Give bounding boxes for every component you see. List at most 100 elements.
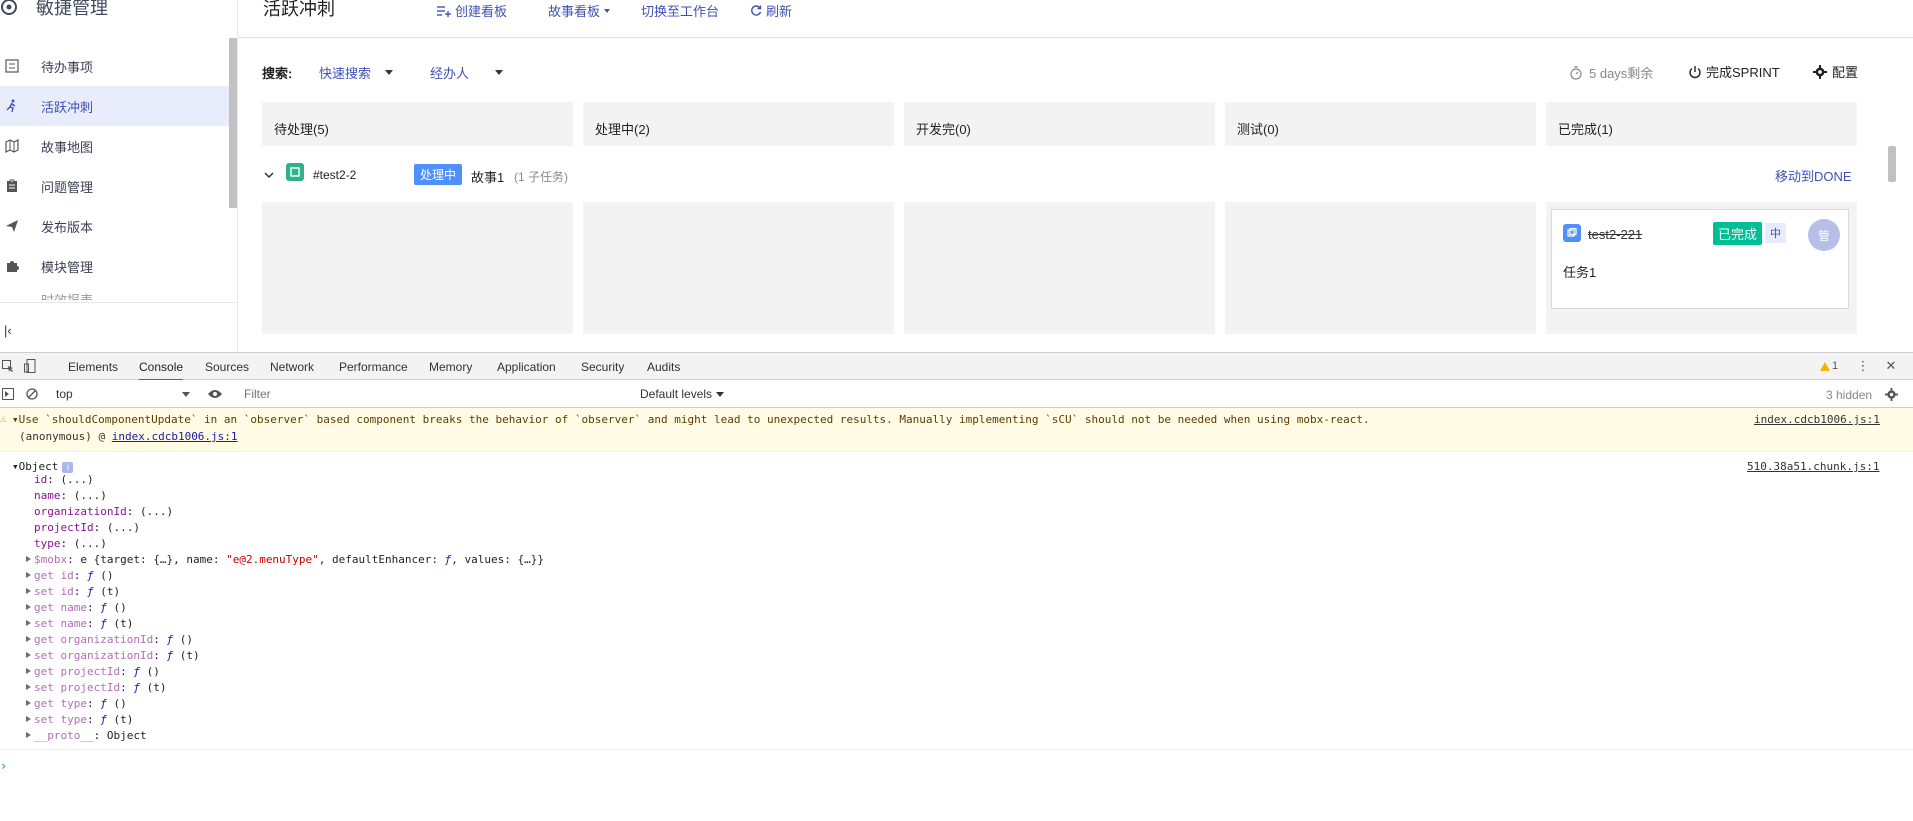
switch-workbench-button[interactable]: 切换至工作台 (641, 1, 719, 20)
clear-console-icon[interactable] (24, 386, 40, 402)
object-property-mobx[interactable]: $mobx: e {target: {…}, name: "e@2.menuTy… (34, 553, 544, 566)
create-board-label: 创建看板 (455, 4, 508, 19)
sidebar-item-active-sprint[interactable]: 活跃冲刺 (0, 86, 236, 126)
issue-card[interactable]: test2-221 已完成 中 管 任务1 (1551, 209, 1849, 309)
expand-arrow-icon[interactable] (26, 636, 31, 642)
swimlane-issue-id[interactable]: #test2-2 (313, 168, 356, 182)
expand-arrow-icon[interactable] (26, 588, 31, 594)
run-icon (5, 99, 19, 113)
console-filter-input[interactable] (240, 385, 632, 403)
object-property[interactable]: type: (...) (34, 537, 107, 550)
board-cell-todo[interactable] (262, 202, 573, 334)
expand-arrow-icon[interactable] (26, 620, 31, 626)
device-toolbar-icon[interactable] (22, 358, 38, 374)
info-icon: i (62, 462, 74, 473)
warning-counter[interactable]: 1 (1818, 358, 1840, 374)
object-accessor[interactable]: set projectId: ƒ (t) (34, 681, 166, 694)
agile-logo-icon (0, 0, 18, 16)
devtools-panel: Elements Console Sources Network Perform… (0, 352, 1913, 820)
object-accessor[interactable]: set id: ƒ (t) (34, 585, 120, 598)
sidebar-toggle-icon[interactable] (0, 386, 16, 402)
refresh-button[interactable]: 刷新 (750, 1, 792, 20)
tab-network[interactable]: Network (270, 360, 314, 374)
sidebar-scrollbar[interactable] (229, 38, 237, 208)
sidebar-item-modules[interactable]: 模块管理 (0, 246, 236, 286)
more-options-icon[interactable]: ⋮ (1855, 358, 1871, 374)
close-icon[interactable]: ✕ (1883, 358, 1899, 374)
move-to-done-button[interactable]: 移动到DONE (1775, 166, 1852, 185)
tab-performance[interactable]: Performance (339, 360, 408, 374)
board-cell-doing[interactable] (583, 202, 894, 334)
expand-arrow-icon[interactable] (26, 700, 31, 706)
expand-arrow-icon[interactable] (26, 716, 31, 722)
log-levels-dropdown[interactable]: Default levels (640, 387, 725, 401)
console-prompt[interactable]: › (0, 759, 7, 773)
object-expander[interactable]: ▾Object i (12, 460, 74, 473)
expand-arrow-icon[interactable] (26, 732, 31, 738)
context-select[interactable]: top (56, 386, 190, 402)
board-scrollbar[interactable] (1888, 146, 1896, 182)
sidebar-item-label: 模块管理 (41, 259, 94, 275)
card-issue-id[interactable]: test2-221 (1588, 227, 1642, 242)
config-button[interactable]: 配置 (1813, 62, 1858, 81)
object-accessor[interactable]: get name: ƒ () (34, 601, 127, 614)
warning-text[interactable]: ▾Use `shouldComponentUpdate` in an `obse… (12, 413, 1370, 426)
sidebar-item-partial[interactable]: 时效报表 (0, 286, 236, 300)
object-property[interactable]: projectId: (...) (34, 521, 140, 534)
expand-arrow-icon[interactable] (26, 668, 31, 674)
object-accessor[interactable]: set organizationId: ƒ (t) (34, 649, 200, 662)
story-board-dropdown[interactable]: 故事看板 (548, 1, 611, 20)
tab-security[interactable]: Security (581, 360, 624, 374)
quick-search-dropdown[interactable]: 快速搜索 (319, 63, 394, 82)
tab-console[interactable]: Console (139, 360, 184, 381)
expand-arrow-icon[interactable] (26, 556, 31, 562)
board-cell-testing[interactable] (1225, 202, 1536, 334)
eye-icon[interactable] (207, 386, 223, 402)
object-accessor[interactable]: get projectId: ƒ () (34, 665, 160, 678)
swimlane-status-badge: 处理中 (414, 164, 463, 185)
inspect-element-icon[interactable] (0, 358, 16, 374)
assignee-label: 经办人 (430, 66, 470, 81)
collapse-left-icon[interactable]: |‹ (4, 323, 12, 338)
search-label: 搜索: (262, 66, 293, 81)
sidebar-item-backlog[interactable]: 待办事项 (0, 46, 236, 86)
column-header-done: 已完成(1) (1546, 102, 1857, 146)
warning-source-link[interactable]: index.cdcb1006.js:1 (1754, 413, 1880, 426)
create-board-button[interactable]: 创建看板 (437, 1, 507, 20)
sidebar-title: 敏捷管理 (36, 0, 108, 18)
complete-sprint-button[interactable]: 完成SPRINT (1688, 62, 1780, 81)
object-source-link[interactable]: 510.38a51.chunk.js:1 (1747, 460, 1879, 473)
sidebar-item-release[interactable]: 发布版本 (0, 206, 236, 246)
avatar[interactable]: 管 (1808, 219, 1840, 251)
object-accessor[interactable]: set type: ƒ (t) (34, 713, 133, 726)
tab-elements[interactable]: Elements (68, 360, 118, 374)
clipboard-icon (5, 179, 19, 193)
card-priority-badge: 中 (1765, 223, 1786, 243)
assignee-dropdown[interactable]: 经办人 (430, 63, 504, 82)
object-proto[interactable]: __proto__: Object (34, 729, 147, 742)
object-accessor[interactable]: get organizationId: ƒ () (34, 633, 193, 646)
remaining-label: 5 days剩余 (1589, 66, 1654, 81)
sidebar-item-story-map[interactable]: 故事地图 (0, 126, 236, 166)
object-accessor[interactable]: get type: ƒ () (34, 697, 127, 710)
chevron-down-icon[interactable] (264, 168, 274, 182)
tab-application[interactable]: Application (497, 360, 556, 374)
story-icon (286, 163, 304, 181)
object-accessor[interactable]: get id: ƒ () (34, 569, 114, 582)
tab-audits[interactable]: Audits (647, 360, 680, 374)
expand-arrow-icon[interactable] (26, 604, 31, 610)
expand-arrow-icon[interactable] (26, 652, 31, 658)
sidebar-item-issues[interactable]: 问题管理 (0, 166, 236, 206)
expand-arrow-icon[interactable] (26, 684, 31, 690)
object-property[interactable]: id: (...) (34, 473, 94, 486)
gear-icon[interactable] (1883, 386, 1899, 402)
object-property[interactable]: organizationId: (...) (34, 505, 173, 518)
object-property[interactable]: name: (...) (34, 489, 107, 502)
stack-trace-link[interactable]: index.cdcb1006.js:1 (112, 430, 238, 443)
object-accessor[interactable]: set name: ƒ (t) (34, 617, 133, 630)
tab-memory[interactable]: Memory (429, 360, 472, 374)
expand-arrow-icon[interactable] (26, 572, 31, 578)
board-cell-dev-done[interactable] (904, 202, 1215, 334)
tab-sources[interactable]: Sources (205, 360, 249, 374)
column-header-dev-done: 开发完(0) (904, 102, 1215, 146)
